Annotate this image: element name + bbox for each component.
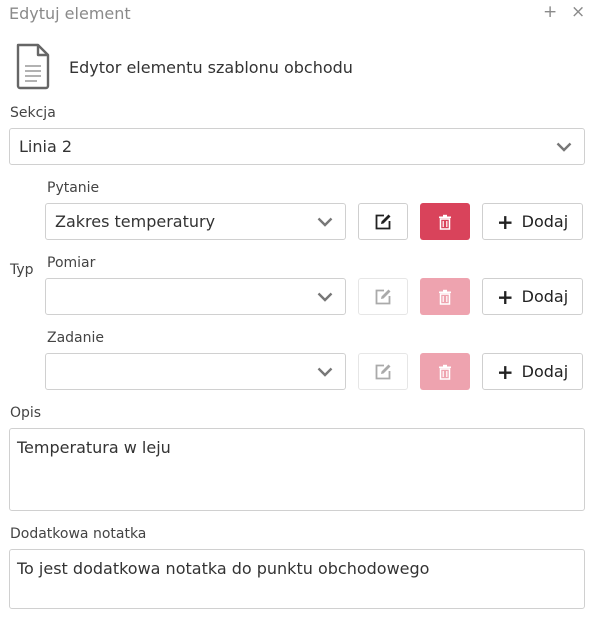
measurement-edit-button[interactable] [358, 278, 408, 315]
task-add-button[interactable]: + Dodaj [482, 353, 583, 390]
add-icon[interactable]: + [543, 2, 557, 22]
trash-icon [439, 289, 451, 305]
description-value: Temperatura w leju [17, 438, 171, 457]
task-select[interactable] [45, 353, 346, 390]
question-edit-button[interactable] [358, 203, 408, 240]
question-add-button[interactable]: + Dodaj [482, 203, 583, 240]
section-label: Sekcja [10, 105, 56, 121]
edit-icon [375, 364, 391, 379]
measurement-add-button[interactable]: + Dodaj [482, 278, 583, 315]
chevron-down-icon [317, 367, 333, 377]
question-delete-button[interactable] [420, 203, 470, 240]
measurement-select[interactable] [45, 278, 346, 315]
window-title: Edytuj element [9, 4, 131, 23]
plus-icon: + [496, 284, 514, 309]
edit-icon [375, 289, 391, 304]
edit-icon [375, 214, 391, 229]
measurement-label: Pomiar [47, 255, 96, 271]
type-label: Typ [10, 262, 34, 278]
chevron-down-icon [317, 217, 333, 227]
chevron-down-icon [556, 142, 572, 152]
question-add-label: Dodaj [521, 212, 569, 231]
trash-icon [439, 214, 451, 230]
plus-icon: + [496, 209, 514, 234]
task-label: Zadanie [47, 330, 105, 346]
measurement-add-label: Dodaj [521, 287, 569, 306]
task-edit-button[interactable] [358, 353, 408, 390]
plus-icon: + [496, 359, 514, 384]
note-label: Dodatkowa notatka [10, 526, 147, 542]
section-select[interactable]: Linia 2 [9, 128, 585, 165]
editor-subtitle: Edytor elementu szablonu obchodu [69, 58, 353, 77]
question-select[interactable]: Zakres temperatury [45, 203, 346, 240]
trash-icon [439, 364, 451, 380]
task-delete-button[interactable] [420, 353, 470, 390]
chevron-down-icon [317, 292, 333, 302]
description-textarea[interactable]: Temperatura w leju [9, 428, 585, 511]
description-label: Opis [10, 405, 42, 421]
note-value: To jest dodatkowa notatka do punktu obch… [17, 559, 430, 578]
document-icon [16, 43, 50, 90]
question-select-value: Zakres temperatury [55, 212, 216, 231]
task-add-label: Dodaj [521, 362, 569, 381]
close-icon[interactable]: × [571, 2, 585, 22]
question-label: Pytanie [47, 180, 100, 196]
note-textarea[interactable]: To jest dodatkowa notatka do punktu obch… [9, 549, 585, 609]
measurement-delete-button[interactable] [420, 278, 470, 315]
section-select-value: Linia 2 [19, 137, 73, 156]
